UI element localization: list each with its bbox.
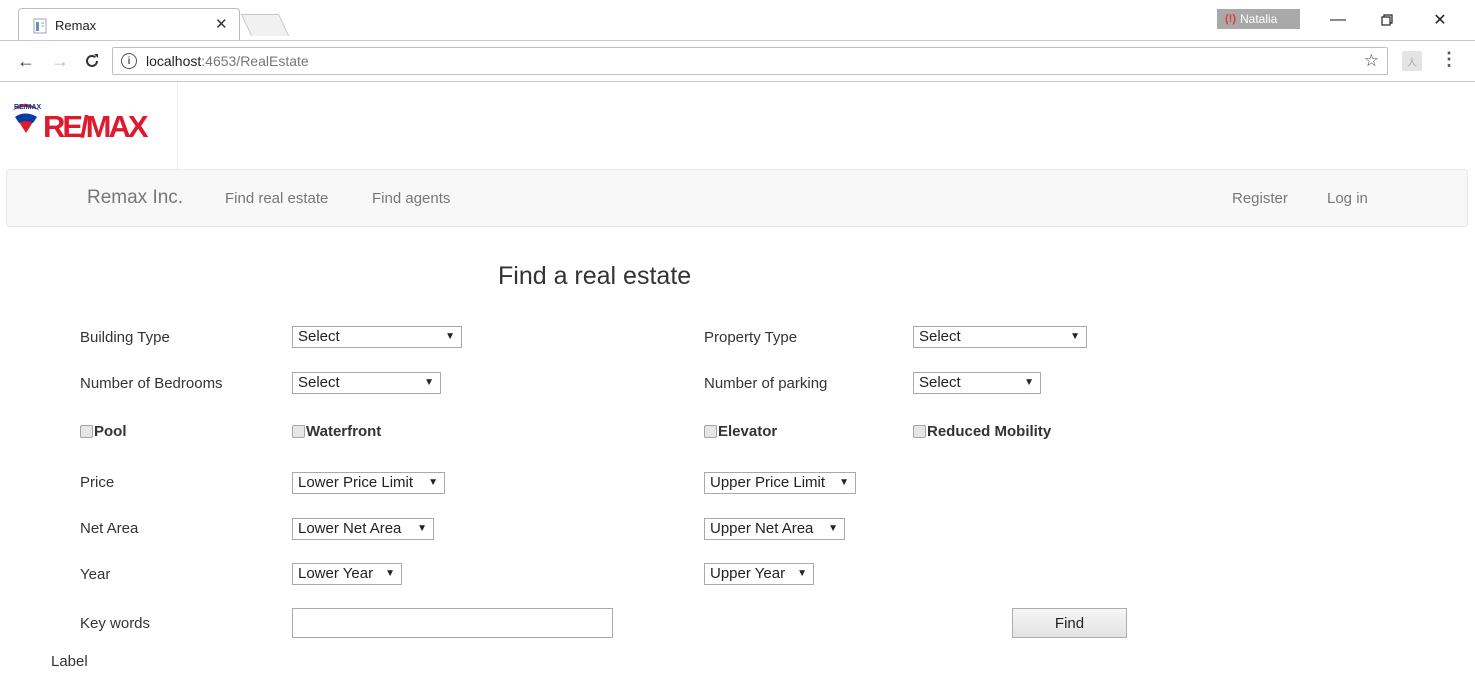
reload-icon[interactable] — [80, 49, 104, 73]
parking-label: Number of parking — [704, 375, 828, 392]
upper-net-area-select[interactable]: Upper Net Area ▼ — [704, 518, 845, 540]
dropdown-arrow-icon: ▼ — [428, 477, 438, 488]
nav-link-find-real-estate[interactable]: Find real estate — [225, 190, 328, 207]
new-tab-button[interactable] — [240, 14, 290, 36]
building-type-select[interactable]: Select ▼ — [292, 326, 462, 348]
waterfront-checkbox[interactable]: Waterfront — [292, 423, 381, 440]
checkbox-box[interactable] — [913, 425, 926, 438]
keywords-label: Key words — [80, 615, 151, 632]
dropdown-arrow-icon: ▼ — [839, 477, 849, 488]
minimize-icon[interactable]: — — [1323, 8, 1353, 32]
browser-titlebar: Remax ✕ (!) Natalia — ✕ — [0, 0, 1475, 40]
nav-link-log-in[interactable]: Log in — [1327, 190, 1368, 207]
dropdown-arrow-icon: ▼ — [424, 377, 434, 388]
tab-title: Remax — [55, 18, 97, 33]
url-text: localhost:4653/RealEstate — [146, 53, 309, 69]
dropdown-arrow-icon: ▼ — [1024, 377, 1034, 388]
logo-area: RE/MAX RE/MAX — [6, 83, 178, 169]
footer-label: Label — [51, 653, 88, 670]
logo-wordmark: RE/MAX — [43, 109, 149, 144]
bedrooms-select[interactable]: Select ▼ — [292, 372, 441, 394]
property-type-label: Property Type — [704, 329, 798, 346]
building-type-label: Building Type — [80, 329, 170, 346]
profile-badge[interactable]: (!) Natalia — [1217, 9, 1300, 29]
checkbox-box[interactable] — [292, 425, 305, 438]
close-window-icon[interactable]: ✕ — [1425, 8, 1455, 32]
nav-link-find-agents[interactable]: Find agents — [372, 190, 450, 207]
site-navbar: Remax Inc. Find real estate Find agents … — [6, 169, 1468, 227]
remax-logo[interactable]: RE/MAX RE/MAX — [10, 93, 170, 153]
bedrooms-label: Number of Bedrooms — [80, 375, 223, 392]
price-label: Price — [80, 474, 115, 491]
parking-select[interactable]: Select ▼ — [913, 372, 1041, 394]
dropdown-arrow-icon: ▼ — [445, 331, 455, 342]
upper-year-select[interactable]: Upper Year ▼ — [704, 563, 814, 585]
dropdown-arrow-icon: ▼ — [828, 523, 838, 534]
profile-icon: (!) — [1225, 13, 1236, 25]
lower-price-select[interactable]: Lower Price Limit ▼ — [292, 472, 445, 494]
page-title: Find a real estate — [498, 262, 692, 290]
checkbox-box[interactable] — [80, 425, 93, 438]
reduced-mobility-checkbox[interactable]: Reduced Mobility — [913, 423, 1051, 440]
find-button[interactable]: Find — [1012, 608, 1127, 638]
restore-icon[interactable] — [1372, 8, 1402, 32]
upper-price-select[interactable]: Upper Price Limit ▼ — [704, 472, 856, 494]
back-arrow-icon[interactable]: ← — [14, 49, 38, 73]
address-bar[interactable]: i localhost:4653/RealEstate ☆ — [112, 47, 1388, 75]
dropdown-arrow-icon: ▼ — [797, 568, 807, 579]
info-icon[interactable]: i — [121, 53, 137, 69]
keywords-input[interactable] — [292, 608, 613, 638]
dropdown-arrow-icon: ▼ — [417, 523, 427, 534]
page-favicon-icon — [33, 18, 47, 34]
lower-net-area-select[interactable]: Lower Net Area ▼ — [292, 518, 434, 540]
dropdown-arrow-icon: ▼ — [1070, 331, 1080, 342]
year-label: Year — [80, 566, 111, 583]
logo-small-text: RE/MAX — [14, 104, 42, 111]
navbar-brand[interactable]: Remax Inc. — [87, 187, 183, 209]
property-type-select[interactable]: Select ▼ — [913, 326, 1087, 348]
browser-tab[interactable]: Remax ✕ — [18, 8, 240, 40]
nav-link-register[interactable]: Register — [1232, 190, 1288, 207]
bookmark-star-icon[interactable]: ☆ — [1364, 51, 1379, 71]
forward-arrow-icon[interactable]: → — [48, 49, 72, 73]
profile-name: Natalia — [1240, 12, 1278, 26]
elevator-checkbox[interactable]: Elevator — [704, 423, 777, 440]
browser-toolbar: ← → i localhost:4653/RealEstate ☆ 人 ⋮ — [0, 40, 1475, 82]
close-tab-icon[interactable]: ✕ — [215, 15, 228, 33]
lower-year-select[interactable]: Lower Year ▼ — [292, 563, 402, 585]
browser-menu-icon[interactable]: ⋮ — [1440, 49, 1458, 70]
pdf-extension-icon[interactable]: 人 — [1402, 51, 1422, 71]
net-area-label: Net Area — [80, 520, 139, 537]
checkbox-box[interactable] — [704, 425, 717, 438]
dropdown-arrow-icon: ▼ — [385, 568, 395, 579]
pool-checkbox[interactable]: Pool — [80, 423, 127, 440]
